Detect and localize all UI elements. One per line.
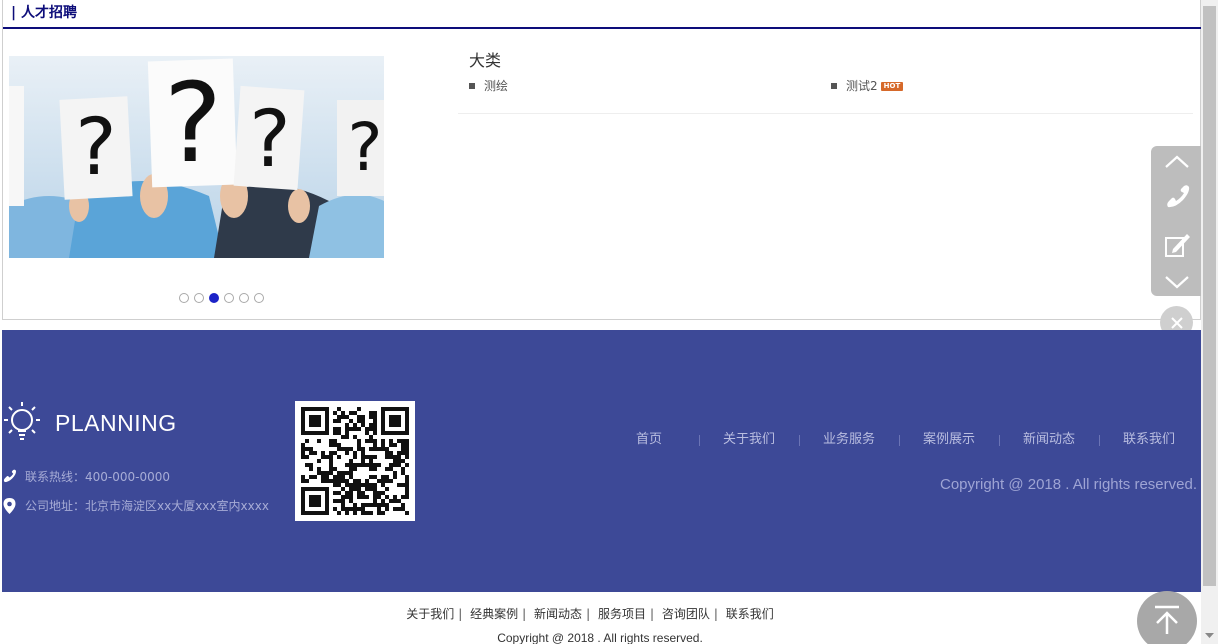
arrow-up-icon	[1155, 605, 1179, 634]
footer-nav-cases[interactable]: 案例展示	[899, 430, 999, 450]
svg-text:?: ?	[164, 59, 222, 187]
qr-code-image	[301, 407, 409, 515]
phone-handset-icon	[1167, 185, 1190, 208]
close-icon	[1170, 316, 1183, 329]
category-item[interactable]: 测绘	[469, 78, 508, 94]
category-item-label: 测试2	[846, 79, 878, 93]
bottom-link-contact[interactable]: 联系我们	[726, 607, 774, 621]
page-scrollbar[interactable]	[1201, 0, 1218, 644]
carousel-dot-5[interactable]	[239, 293, 249, 303]
chevron-up-icon	[1165, 155, 1189, 168]
footer-logo-text: PLANNING	[55, 410, 177, 436]
footer-address: 公司地址：北京市海淀区xx大厦xxx室内xxxx	[2, 497, 269, 514]
footer-nav-contact[interactable]: 联系我们	[1099, 430, 1199, 450]
scroll-down-button[interactable]	[1151, 270, 1203, 294]
bulb-icon	[4, 402, 40, 440]
footer: PLANNING 联系热线：400-000-0000 公司地址：北京市海淀区xx…	[2, 330, 1202, 592]
svg-text:?: ?	[75, 103, 116, 193]
scroll-down-arrow[interactable]	[1201, 627, 1218, 644]
svg-text:?: ?	[249, 95, 290, 185]
footer-nav: 首页 关于我们 业务服务 案例展示 新闻动态 联系我们	[599, 430, 1199, 450]
hotline-text: 联系热线：400-000-0000	[25, 470, 171, 484]
message-button[interactable]	[1151, 228, 1203, 262]
carousel-dot-6[interactable]	[254, 293, 264, 303]
link-separator: |	[586, 607, 591, 621]
qr-code	[295, 401, 415, 521]
section-title: | 人才招聘	[11, 5, 77, 21]
link-separator: |	[713, 607, 718, 621]
footer-nav-about[interactable]: 关于我们	[699, 430, 799, 450]
svg-text:?: ?	[347, 109, 382, 186]
hot-badge: HOT	[880, 81, 904, 91]
bottom-copyright: Copyright @ 2018 . All rights reserved.	[497, 631, 703, 644]
category-item[interactable]: 测试2 HOT	[831, 78, 904, 94]
carousel-dots	[179, 293, 264, 303]
carousel-dot-3[interactable]	[209, 293, 219, 303]
bottom-link-cases[interactable]: 经典案例	[470, 607, 518, 621]
carousel-dot-1[interactable]	[179, 293, 189, 303]
bullet-icon	[469, 83, 475, 89]
banner-image[interactable]: ? ? ? ?	[9, 56, 384, 258]
carousel-dot-2[interactable]	[194, 293, 204, 303]
bottom-link-team[interactable]: 咨询团队	[662, 607, 710, 621]
bullet-icon	[831, 83, 837, 89]
panel-header: | 人才招聘	[3, 0, 1202, 29]
banner-illustration: ? ? ? ?	[9, 56, 384, 258]
address-text: 公司地址：北京市海淀区xx大厦xxx室内xxxx	[25, 499, 269, 513]
phone-icon	[3, 469, 17, 483]
bottom-links: 关于我们 | 经典案例 | 新闻动态 | 服务项目 | 咨询团队 | 联系我们	[0, 605, 1180, 623]
footer-nav-services[interactable]: 业务服务	[799, 430, 899, 450]
divider	[458, 113, 1193, 114]
scroll-up-button[interactable]	[1151, 150, 1203, 174]
footer-nav-news[interactable]: 新闻动态	[999, 430, 1099, 450]
location-icon	[3, 497, 16, 514]
back-to-top-button[interactable]	[1137, 591, 1197, 644]
category-title: 大类	[469, 51, 502, 70]
triangle-down-icon	[1205, 632, 1214, 638]
footer-copyright: Copyright @ 2018 . All rights reserved.	[939, 476, 1197, 493]
footer-nav-home[interactable]: 首页	[599, 430, 699, 450]
bottom-link-about[interactable]: 关于我们	[406, 607, 454, 621]
footer-hotline: 联系热线：400-000-0000	[2, 468, 170, 485]
floating-toolbar	[1151, 146, 1203, 296]
recruitment-panel: | 人才招聘 ? ? ? ? 大类 测绘 测试2 HOT	[2, 0, 1202, 320]
bottom-link-news[interactable]: 新闻动态	[534, 607, 582, 621]
bottom-link-services[interactable]: 服务项目	[598, 607, 646, 621]
scrollbar-thumb[interactable]	[1203, 6, 1216, 586]
chevron-down-icon	[1165, 276, 1189, 289]
carousel-dot-4[interactable]	[224, 293, 234, 303]
category-item-label: 测绘	[484, 79, 509, 93]
link-separator: |	[649, 607, 654, 621]
edit-icon	[1165, 234, 1190, 257]
phone-button[interactable]	[1151, 180, 1203, 214]
link-separator: |	[522, 607, 527, 621]
link-separator: |	[458, 607, 463, 621]
